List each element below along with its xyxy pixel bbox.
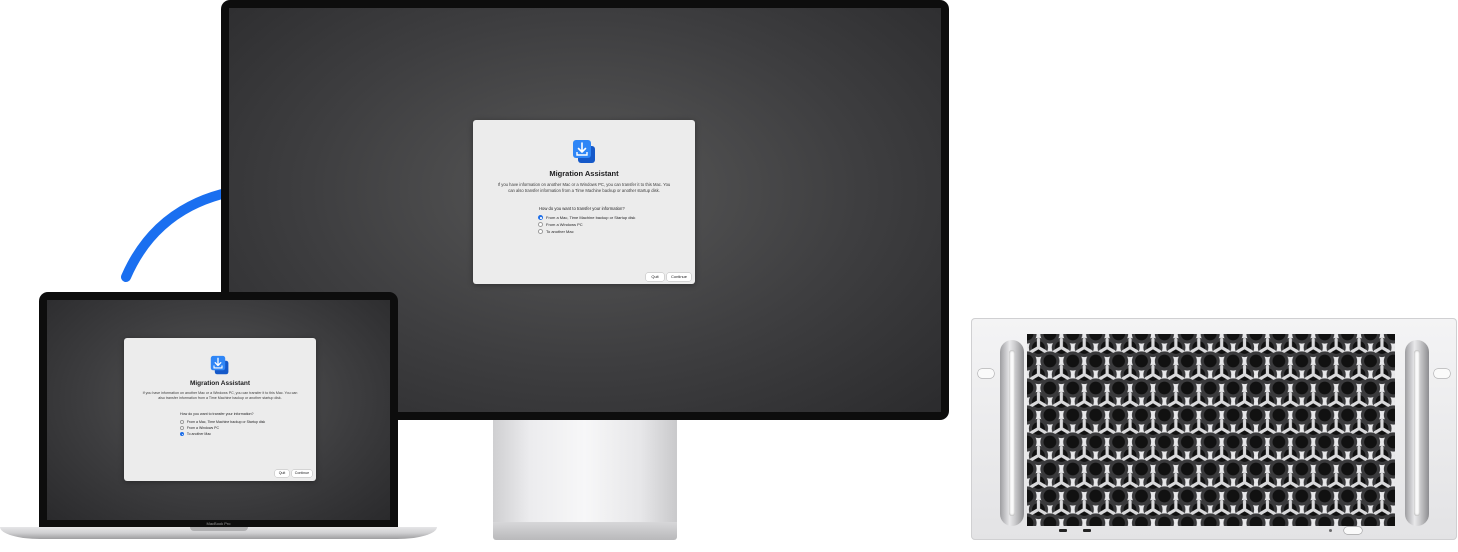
radio-button-selected[interactable] bbox=[180, 432, 185, 437]
option-label: To another Mac bbox=[186, 432, 212, 437]
lattice-grille bbox=[1027, 334, 1395, 526]
option-from-mac[interactable]: From a Mac, Time Machine backup or Start… bbox=[538, 215, 635, 220]
radio-button[interactable] bbox=[180, 426, 185, 431]
thunderbolt-port bbox=[1059, 529, 1067, 532]
option-label: From a Mac, Time Machine backup or Start… bbox=[546, 215, 636, 220]
radio-button[interactable] bbox=[180, 420, 185, 425]
migration-assistant-window: Migration Assistant If you have informat… bbox=[473, 120, 695, 284]
option-from-mac[interactable]: From a Mac, Time Machine backup or Start… bbox=[180, 420, 266, 425]
quit-button[interactable]: Quit bbox=[275, 470, 289, 477]
radio-button[interactable] bbox=[538, 229, 543, 234]
radio-button[interactable] bbox=[538, 222, 543, 227]
radio-button-selected[interactable] bbox=[538, 215, 543, 220]
handle-left bbox=[1000, 340, 1024, 526]
option-label: From a Mac, Time Machine backup or Start… bbox=[186, 420, 266, 425]
dialog-description: If you have information on another Mac o… bbox=[142, 391, 298, 400]
option-from-windows[interactable]: From a Windows PC bbox=[538, 222, 583, 227]
option-label: From a Windows PC bbox=[186, 426, 219, 431]
option-label: To another Mac bbox=[546, 229, 574, 234]
migration-assistant-icon bbox=[210, 355, 229, 375]
transfer-question: How do you want to transfer your informa… bbox=[539, 206, 625, 211]
laptop-notch bbox=[190, 527, 248, 531]
thunderbolt-port bbox=[1083, 529, 1091, 532]
transfer-question: How do you want to transfer your informa… bbox=[180, 412, 254, 416]
quit-button[interactable]: Quit bbox=[646, 273, 664, 281]
continue-button[interactable]: Continue bbox=[667, 273, 691, 281]
monitor-stand-foot bbox=[493, 522, 677, 540]
option-from-windows[interactable]: From a Windows PC bbox=[180, 426, 219, 431]
dialog-title: Migration Assistant bbox=[549, 169, 619, 178]
rack-ear-button-right bbox=[1434, 369, 1450, 378]
laptop-label: MacBook Pro bbox=[206, 521, 231, 526]
option-to-another-mac[interactable]: To another Mac bbox=[538, 229, 574, 234]
option-label: From a Windows PC bbox=[546, 222, 583, 227]
option-to-another-mac[interactable]: To another Mac bbox=[180, 432, 212, 437]
monitor-stand bbox=[493, 420, 677, 522]
power-button bbox=[1344, 527, 1362, 534]
migration-assistant-icon bbox=[573, 140, 595, 163]
rack-ear-button-left bbox=[978, 369, 994, 378]
migration-assistant-window: Migration Assistant If you have informat… bbox=[124, 338, 316, 481]
continue-button[interactable]: Continue bbox=[292, 470, 312, 477]
dialog-description: If you have information on another Mac o… bbox=[497, 182, 671, 193]
status-light bbox=[1329, 529, 1332, 532]
handle-right bbox=[1405, 340, 1429, 526]
dialog-title: Migration Assistant bbox=[189, 380, 251, 387]
